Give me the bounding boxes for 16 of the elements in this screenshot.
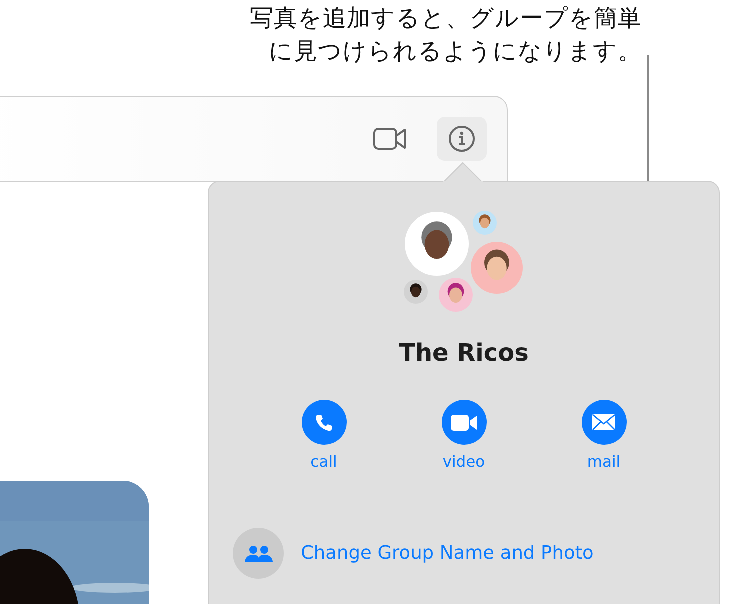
call-button[interactable] [302,400,346,445]
video-label[interactable]: video [442,451,486,474]
callout-text: 写真を追加すると、グループを簡単に見つけられるようになります。 [250,3,642,67]
group-name: The Ricos [398,338,530,369]
info-button[interactable] [437,117,487,161]
video-camera-icon [451,414,477,430]
call-label[interactable]: call [310,451,338,474]
video-camera-icon [373,127,407,151]
mail-button[interactable] [582,400,626,445]
change-group-link[interactable]: Change Group Name and Photo [301,540,594,568]
mail-label[interactable]: mail [587,451,621,474]
people-icon [244,544,272,562]
info-icon [448,125,476,153]
phone-icon [314,412,334,432]
envelope-icon [592,414,616,431]
video-button[interactable] [442,400,486,445]
